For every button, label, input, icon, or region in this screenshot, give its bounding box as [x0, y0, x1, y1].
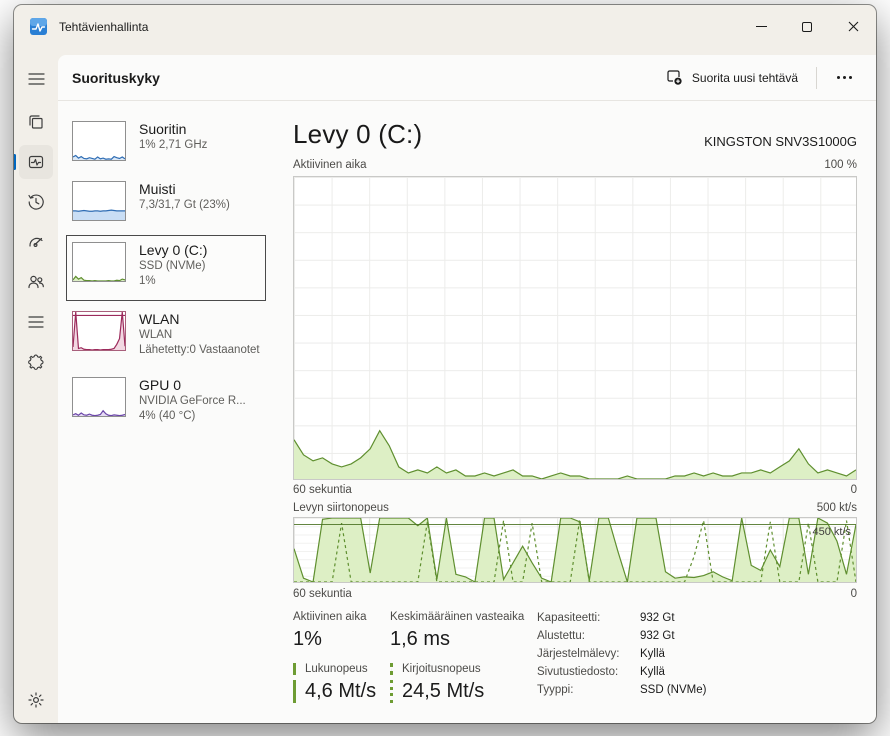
settings-button[interactable]	[19, 683, 53, 717]
sidebar-item-app-history[interactable]	[19, 185, 53, 219]
desktop: { "titlebar": { "app_title": "Tehtävienh…	[0, 0, 890, 736]
device-name: Levy 0 (C:)	[139, 242, 208, 258]
wlan-mini-chart	[72, 311, 126, 351]
chart-scale-max: 100 %	[824, 159, 857, 171]
detail-row-system-disk: Järjestelmälevy: Kyllä	[537, 648, 665, 660]
avg-response-stat-value: 1,6 ms	[390, 628, 451, 650]
users-icon	[28, 275, 44, 289]
device-item-memory[interactable]: Muisti 7,3/31,7 Gt (23%)	[72, 181, 272, 221]
device-name: Suoritin	[139, 121, 187, 137]
header-divider	[816, 66, 817, 89]
transfer-rate-chart: 450 kt/s	[293, 517, 857, 583]
write-speed-value: 24,5 Mt/s	[390, 680, 484, 703]
device-item-cpu[interactable]: Suoritin 1% 2,71 GHz	[72, 121, 272, 161]
maximize-icon	[802, 21, 812, 32]
active-time-stat-label: Aktiivinen aika	[293, 611, 367, 623]
chart-scale-max: 500 kt/s	[816, 502, 857, 514]
transfer-axis-bottom: 60 sekuntia 0	[293, 588, 857, 600]
device-name: Muisti	[139, 181, 176, 197]
detail-row-page-file: Sivutustiedosto: Kyllä	[537, 666, 665, 678]
write-speed-label: Kirjoitusnopeus	[390, 663, 481, 675]
disk-mini-chart	[72, 242, 126, 282]
chart-label: Levyn siirtonopeus	[293, 502, 389, 514]
minimize-icon	[755, 26, 767, 27]
device-item-gpu0[interactable]: GPU 0 NVIDIA GeForce R... 4% (40 °C)	[72, 377, 272, 424]
x-axis-left: 60 sekuntia	[293, 588, 352, 600]
disk-title: Levy 0 (C:)	[293, 119, 423, 149]
more-options-button[interactable]	[827, 68, 862, 87]
device-item-wlan[interactable]: WLAN WLAN Lähetetty:0 Vastaanotet	[72, 311, 272, 358]
x-axis-left: 60 sekuntia	[293, 484, 352, 496]
sidebar-item-performance[interactable]	[14, 145, 53, 179]
disk-model: KINGSTON SNV3S1000G	[704, 134, 857, 149]
page-header: Suorituskyky Suorita uusi tehtävä	[58, 55, 876, 101]
device-name: GPU 0	[139, 377, 182, 393]
minimize-button[interactable]	[738, 5, 784, 48]
close-icon	[848, 21, 858, 32]
app-icon	[30, 18, 47, 35]
device-stats: WLAN	[139, 329, 173, 341]
services-icon	[28, 354, 44, 370]
sidebar-item-details[interactable]	[19, 305, 53, 339]
active-time-stat-value: 1%	[293, 628, 322, 650]
content-panel: Suorituskyky Suorita uusi tehtävä Suorit…	[58, 55, 876, 723]
device-stats: NVIDIA GeForce R...	[139, 395, 246, 407]
close-button[interactable]	[830, 5, 876, 48]
device-stats: 4% (40 °C)	[139, 410, 196, 422]
settings-icon	[28, 692, 44, 708]
transfer-axis-top: Levyn siirtonopeus 500 kt/s	[293, 502, 857, 514]
active-time-series	[294, 177, 856, 479]
device-stats: 1%	[139, 275, 156, 287]
sidebar-item-services[interactable]	[19, 345, 53, 379]
memory-mini-chart	[72, 181, 126, 221]
device-stats: 7,3/31,7 Gt (23%)	[139, 199, 230, 211]
hamburger-menu-button[interactable]	[19, 62, 53, 96]
active-time-chart	[293, 176, 857, 480]
hamburger-icon	[27, 73, 45, 85]
app-history-icon	[28, 194, 44, 210]
navigation-rail	[14, 48, 58, 723]
sidebar-item-users[interactable]	[19, 265, 53, 299]
active-time-axis-bottom: 60 sekuntia 0	[293, 484, 857, 496]
detail-row-formatted: Alustettu: 932 Gt	[537, 630, 675, 642]
device-stats: 1% 2,71 GHz	[139, 139, 208, 151]
avg-response-stat-label: Keskimääräinen vasteaika	[390, 611, 525, 623]
active-time-axis-top: Aktiivinen aika 100 %	[293, 159, 857, 171]
details-icon	[28, 316, 44, 328]
processes-icon	[29, 115, 43, 129]
maximize-button[interactable]	[784, 5, 830, 48]
cpu-mini-chart	[72, 121, 126, 161]
x-axis-right: 0	[850, 484, 857, 496]
app-title: Tehtävienhallinta	[59, 19, 149, 34]
detail-row-capacity: Kapasiteetti: 932 Gt	[537, 612, 675, 624]
read-speed-label: Lukunopeus	[293, 663, 368, 675]
gpu-mini-chart	[72, 377, 126, 417]
startup-apps-icon	[29, 237, 43, 248]
chart-label: Aktiivinen aika	[293, 159, 367, 171]
detail-row-type: Tyyppi: SSD (NVMe)	[537, 684, 707, 696]
run-new-task-label: Suorita uusi tehtävä	[691, 70, 798, 85]
new-task-icon	[667, 70, 682, 85]
task-manager-window: Tehtävienhallinta Suorituskyky Suorita u…	[14, 5, 876, 723]
more-icon	[837, 76, 840, 79]
device-name: WLAN	[139, 311, 180, 327]
run-new-task-button[interactable]: Suorita uusi tehtävä	[658, 63, 806, 92]
titlebar: Tehtävienhallinta	[14, 5, 876, 48]
disk-stats: Aktiivinen aika 1% Keskimääräinen vastea…	[293, 611, 857, 706]
page-title: Suorituskyky	[72, 69, 160, 86]
device-stats: SSD (NVMe)	[139, 260, 206, 272]
device-item-disk0-selected[interactable]: Levy 0 (C:) SSD (NVMe) 1%	[66, 235, 266, 301]
sidebar-item-processes[interactable]	[19, 105, 53, 139]
device-stats: Lähetetty:0 Vastaanotet	[139, 344, 260, 356]
performance-icon	[28, 155, 44, 169]
scale-marker-line	[294, 524, 856, 526]
read-speed-value: 4,6 Mt/s	[293, 680, 376, 703]
sidebar-item-startup-apps[interactable]	[19, 225, 53, 259]
transfer-rate-series	[294, 518, 856, 582]
scale-marker-label: 450 kt/s	[812, 526, 851, 539]
x-axis-right: 0	[850, 588, 857, 600]
